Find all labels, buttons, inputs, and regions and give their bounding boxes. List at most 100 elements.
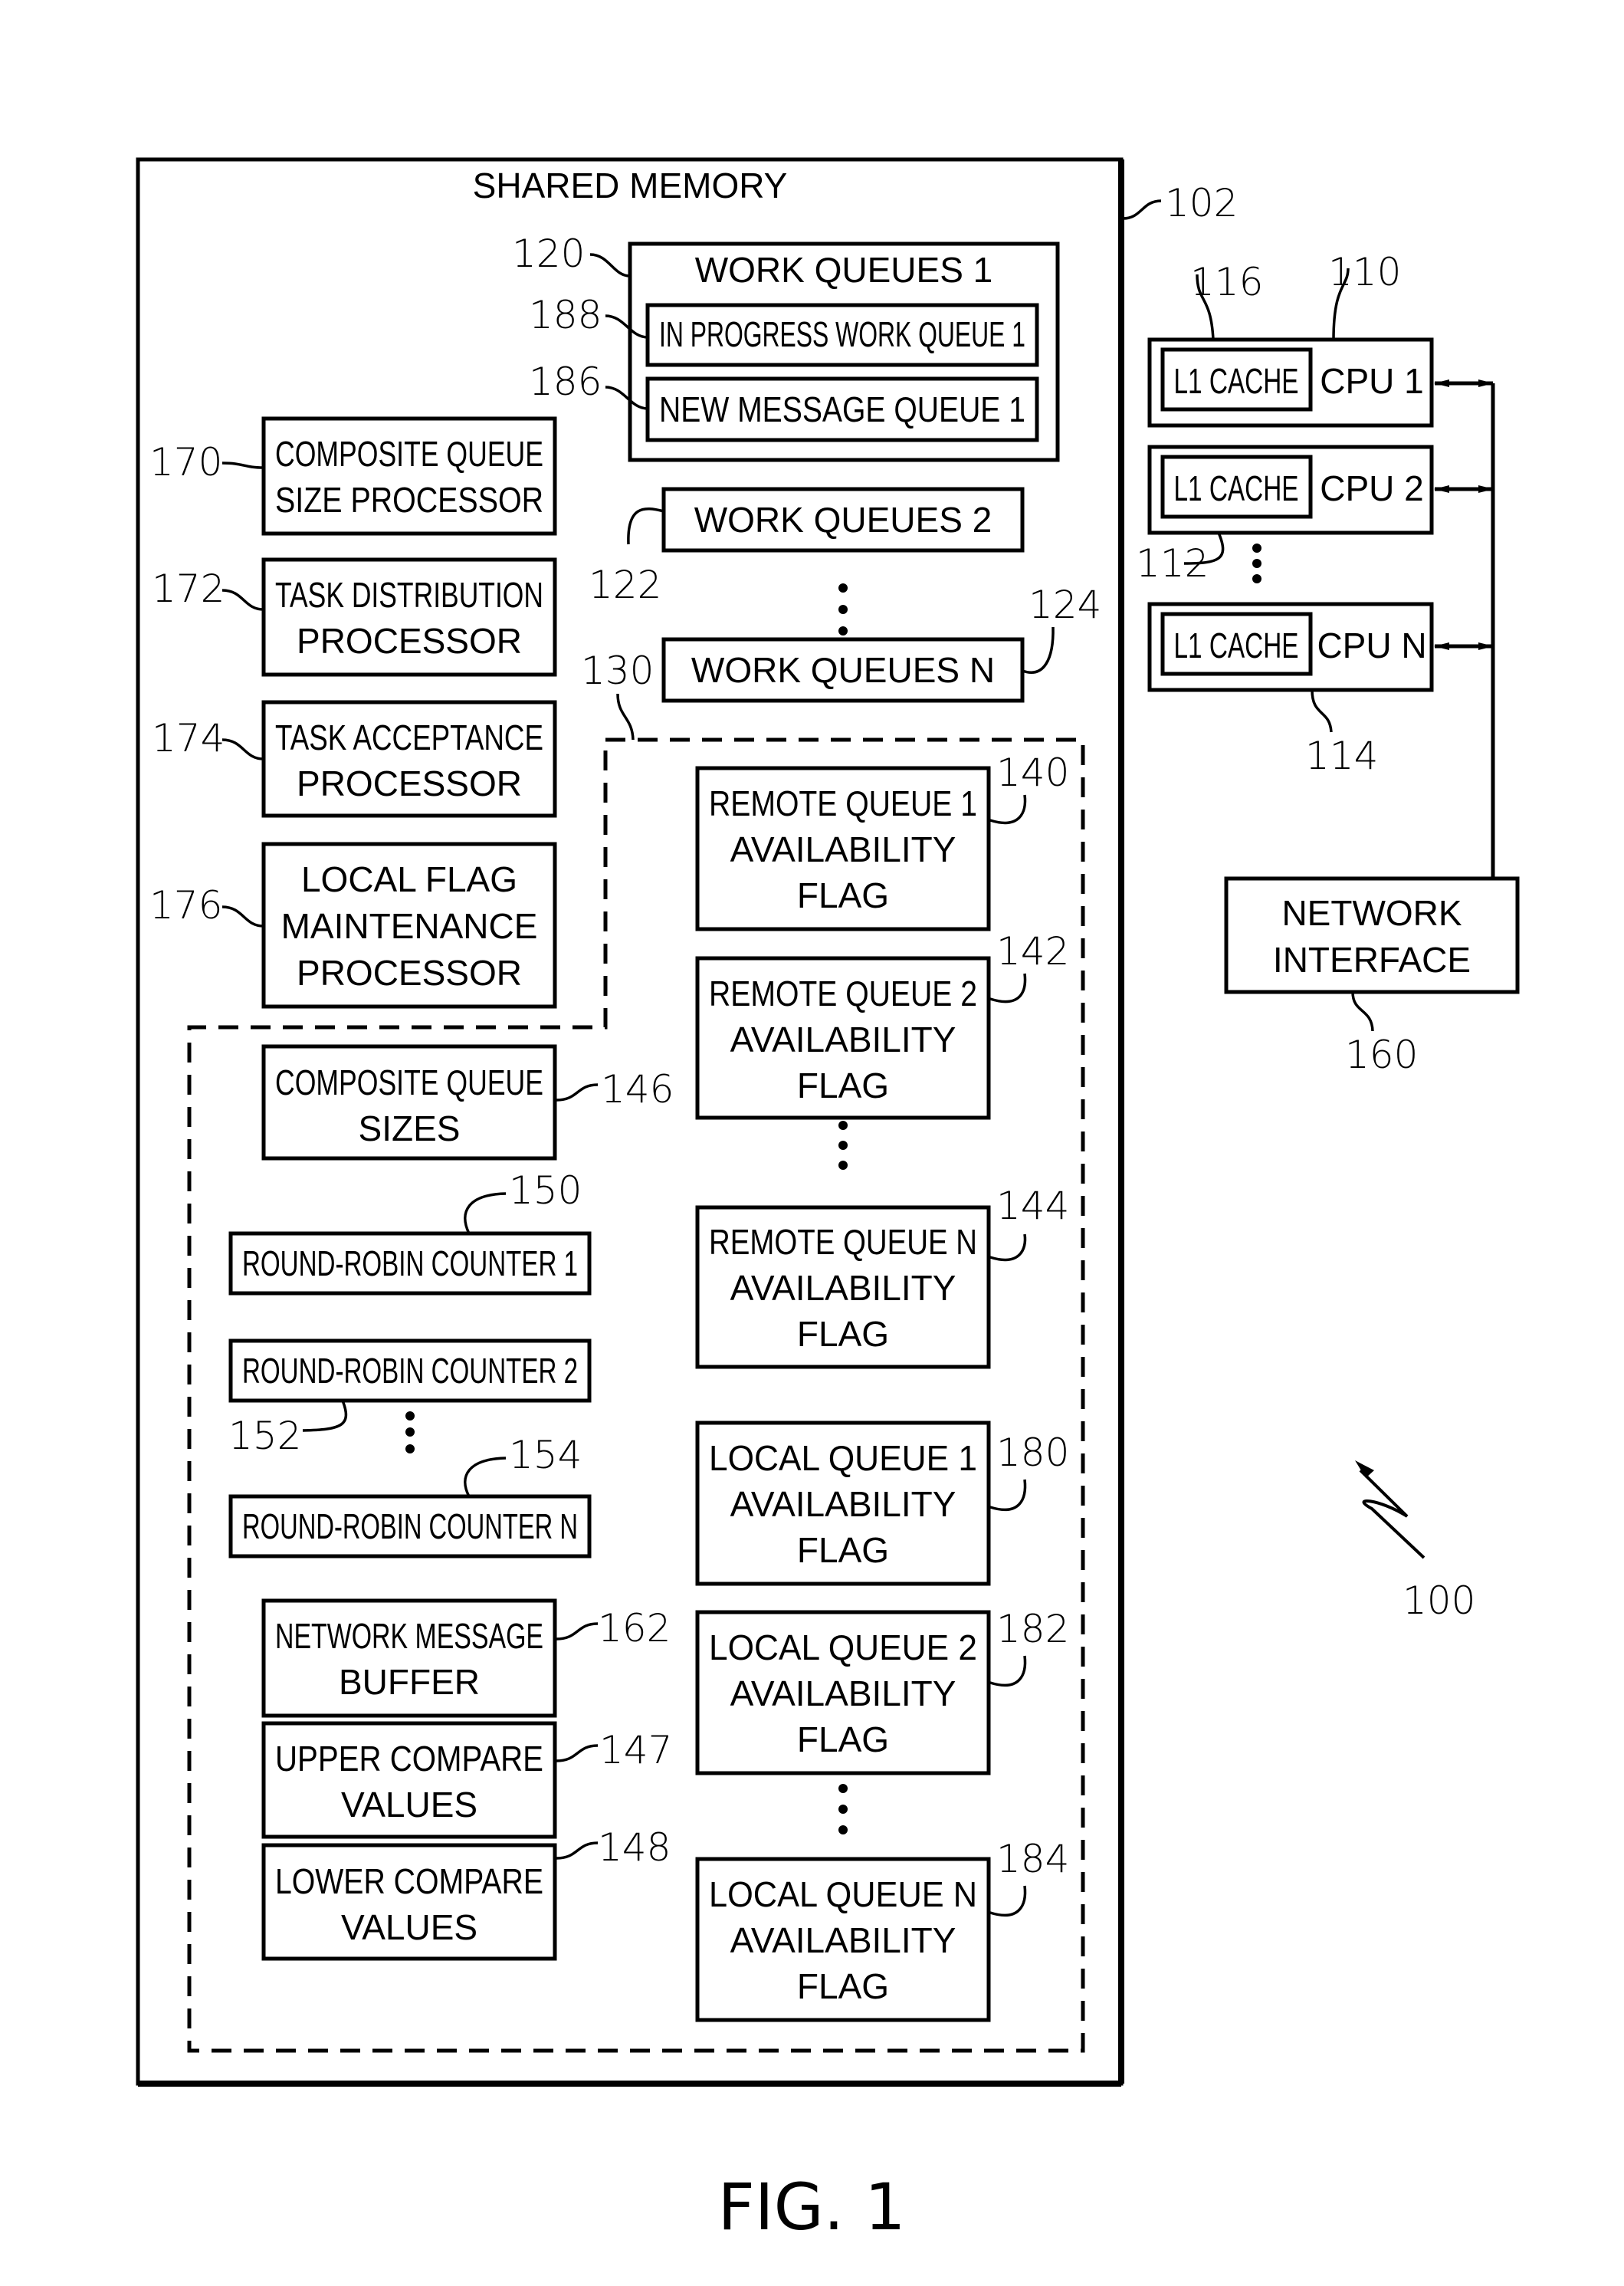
lower-compare-values-line-2: VALUES [341,1907,477,1947]
l1-cache-label: L1 CACHE [1174,468,1299,508]
ellipsis-dot [1252,559,1261,568]
round-robin-counter-2-label: ROUND-ROBIN COUNTER 2 [242,1351,578,1391]
ref-142: 142 [996,929,1069,974]
ellipsis-dot [838,1825,848,1834]
flag-line-3: FLAG [797,1066,889,1105]
ref-110: 110 [1328,250,1401,294]
arrowhead-icon [1355,1460,1374,1478]
lower-compare-values-line-1: LOWER COMPARE [275,1861,543,1901]
flag-line-2: AVAILABILITY [730,829,956,869]
ellipsis-dot [838,605,848,614]
processor-label-line-1: LOCAL FLAG [301,859,517,899]
processor-label-line-1: COMPOSITE QUEUE [275,434,543,474]
ref-148: 148 [598,1825,671,1870]
network-interface-line-1: NETWORK [1281,893,1462,933]
cpu-label: CPU 2 [1320,468,1423,508]
upper-compare-values-line-2: VALUES [341,1785,477,1825]
ellipsis-dot [838,626,848,636]
composite-queue-sizes-line-2: SIZES [359,1109,461,1148]
flag-line-3: FLAG [797,1966,889,2006]
ref-182: 182 [996,1607,1069,1651]
processor-label-line-1: TASK DISTRIBUTION [275,575,543,615]
patent-figure: SHARED MEMORY 102 WORK QUEUES 1 120 IN P… [136,157,1520,2245]
ref-140: 140 [996,751,1069,795]
flag-line-2: AVAILABILITY [730,1268,956,1308]
cpu-n: L1 CACHE CPU N 114 [1147,602,1434,778]
flag-line-1: REMOTE QUEUE 1 [709,783,977,823]
l1-cache-label: L1 CACHE [1174,626,1299,665]
flag-line-3: FLAG [797,1530,889,1570]
ref-188: 188 [529,293,602,337]
ellipsis-dot [1252,544,1261,553]
ref-170: 170 [149,440,222,484]
work-queues-1-label: WORK QUEUES 1 [695,250,993,290]
leader-114 [1311,689,1333,733]
ref-147: 147 [599,1728,672,1772]
processor-label-line-1: TASK ACCEPTANCE [275,718,543,757]
leader-160 [1351,991,1374,1032]
ref-120: 120 [512,232,585,276]
ellipsis-dot [838,1121,848,1130]
cpu-ellipsis [1252,544,1261,583]
ref-102: 102 [1165,181,1238,225]
ref-114: 114 [1305,734,1378,778]
flag-line-2: AVAILABILITY [730,1484,956,1524]
lightning-arrow-icon [1359,1469,1426,1559]
flag-line-3: FLAG [797,1719,889,1759]
processor-label-line-2: MAINTENANCE [281,906,538,946]
l1-cache-label: L1 CACHE [1174,361,1299,401]
cpu-bus [1434,379,1495,879]
composite-queue-sizes-line-1: COMPOSITE QUEUE [275,1063,543,1102]
ref-144: 144 [996,1184,1069,1228]
round-robin-counter-n-label: ROUND-ROBIN COUNTER N [242,1506,578,1546]
round-robin-ellipsis [405,1411,415,1453]
cpu-2: L1 CACHE CPU 2 112 [1136,445,1434,586]
ellipsis-dot [838,1161,848,1170]
cpu-1: L1 CACHE CPU 1 116 110 [1147,250,1434,428]
flag-line-3: FLAG [797,875,889,915]
ellipsis-dot [838,1141,848,1150]
flag-line-1: LOCAL QUEUE 2 [709,1627,977,1667]
flag-line-1: REMOTE QUEUE 2 [709,974,977,1013]
ellipsis-dot [405,1444,415,1453]
new-message-queue-1-label: NEW MESSAGE QUEUE 1 [659,389,1025,429]
ref-184: 184 [996,1837,1069,1881]
network-message-buffer-line-2: BUFFER [339,1662,480,1702]
processor-label-line-2: SIZE PROCESSOR [275,480,543,520]
flag-line-2: AVAILABILITY [730,1920,956,1960]
flag-line-1: LOCAL QUEUE N [709,1874,977,1914]
flag-line-2: AVAILABILITY [730,1020,956,1059]
upper-compare-values-line-1: UPPER COMPARE [275,1739,543,1779]
ref-100: 100 [1403,1578,1475,1623]
work-queues-n-label: WORK QUEUES N [691,650,995,690]
processor-label-line-3: PROCESSOR [297,953,522,993]
local-queue-ellipsis [838,1784,848,1834]
figure-caption: FIG. 1 [717,2169,905,2245]
ref-112: 112 [1136,541,1209,586]
processor-label-line-2: PROCESSOR [297,764,522,803]
ref-160: 160 [1345,1033,1418,1077]
ref-174: 174 [152,716,225,760]
network-interface-line-2: INTERFACE [1273,940,1471,980]
system-100-indicator: 100 [1355,1460,1475,1623]
network-interface: NETWORK INTERFACE 160 [1224,876,1520,1077]
flag-line-1: REMOTE QUEUE N [709,1222,977,1262]
shared-memory-title: SHARED MEMORY [473,166,788,205]
leader-102 [1122,199,1162,220]
ref-152: 152 [228,1414,301,1458]
work-queues-2-label: WORK QUEUES 2 [694,500,992,540]
cpu-label: CPU N [1317,626,1426,665]
ellipsis-dot [838,1805,848,1814]
ellipsis-dot [405,1427,415,1437]
ref-176: 176 [149,883,222,928]
work-queues-ellipsis [838,583,848,636]
processor-label-line-2: PROCESSOR [297,621,522,661]
network-message-buffer-line-1: NETWORK MESSAGE [275,1616,543,1656]
in-progress-work-queue-1-label: IN PROGRESS WORK QUEUE 1 [659,314,1025,354]
flag-line-3: FLAG [797,1314,889,1354]
ref-146: 146 [601,1067,674,1112]
cpu-label: CPU 1 [1320,361,1423,401]
ref-186: 186 [529,360,602,404]
ref-150: 150 [509,1168,582,1213]
ref-130: 130 [581,649,654,693]
